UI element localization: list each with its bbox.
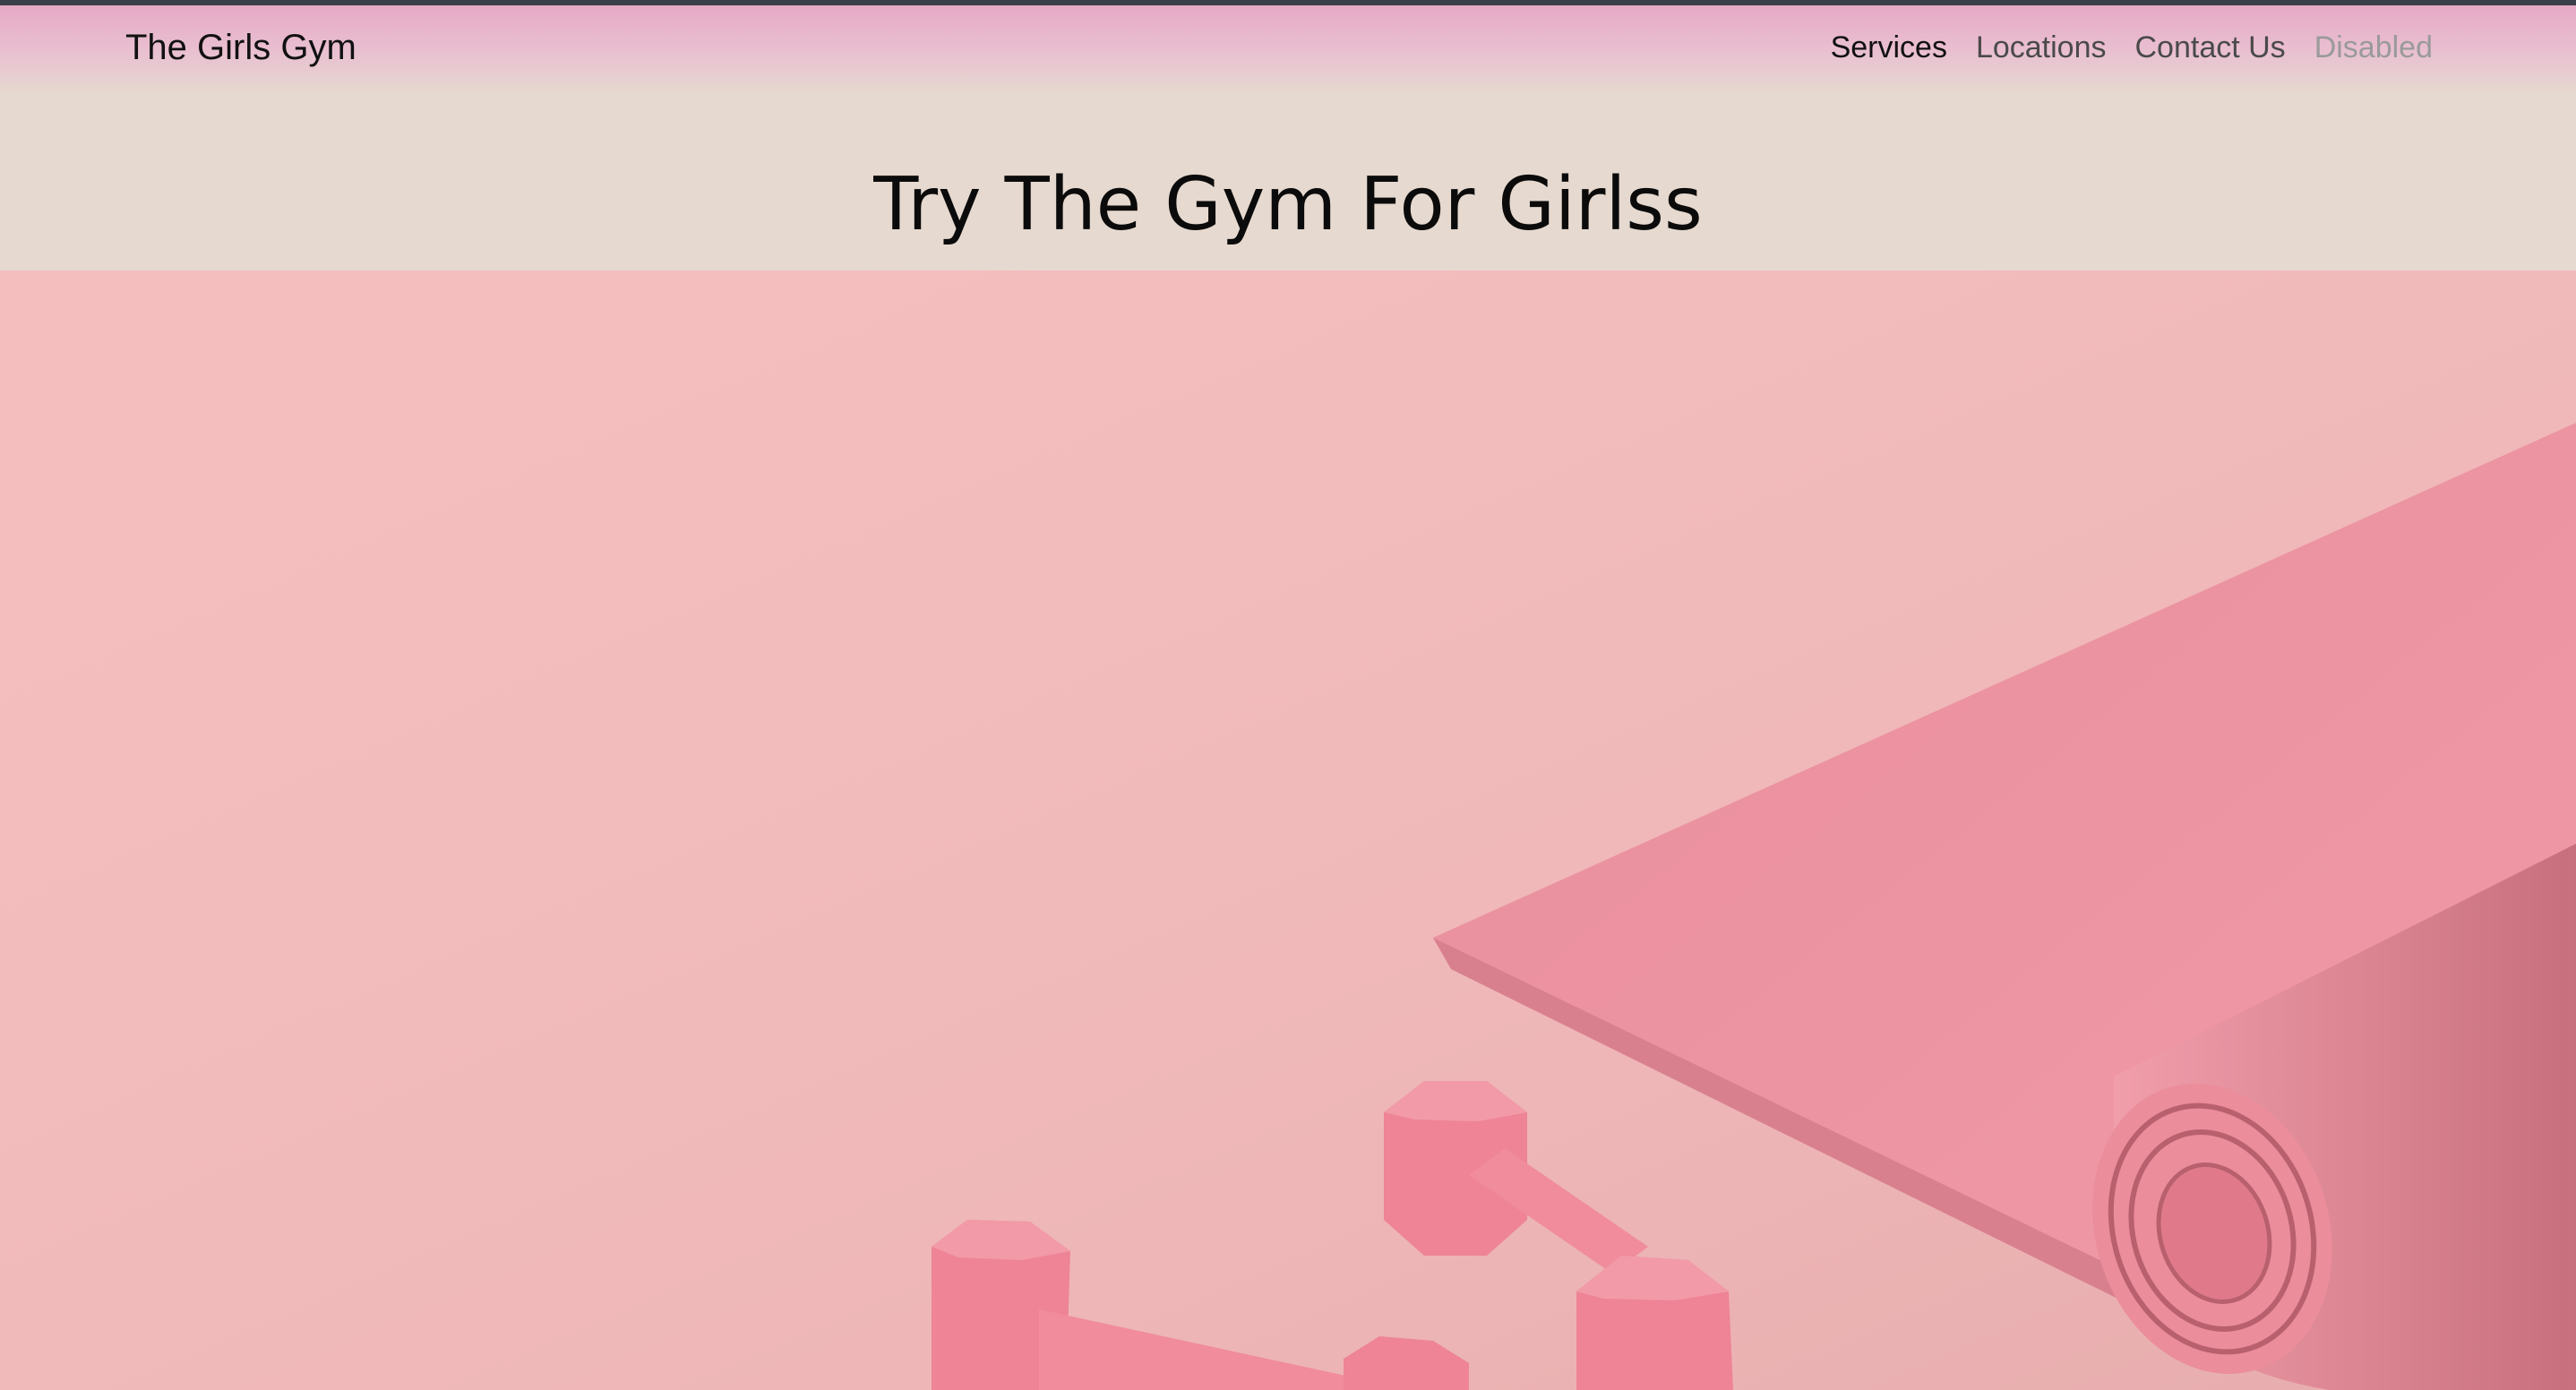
nav-link-locations[interactable]: Locations (1976, 30, 2107, 65)
navbar: The Girls Gym Services Locations Contact… (0, 5, 2576, 95)
nav-link-contact-us[interactable]: Contact Us (2135, 30, 2286, 65)
brand-link[interactable]: The Girls Gym (125, 28, 356, 68)
hero-image-yoga-mat-dumbbells (0, 270, 2576, 1390)
nav-links: Services Locations Contact Us Disabled (1831, 30, 2433, 65)
hero-title: Try The Gym For Girlss (873, 162, 1703, 247)
hero-band: Try The Gym For Girlss (0, 95, 2576, 270)
nav-link-disabled: Disabled (2314, 30, 2433, 64)
nav-link-services[interactable]: Services (1831, 30, 1947, 65)
